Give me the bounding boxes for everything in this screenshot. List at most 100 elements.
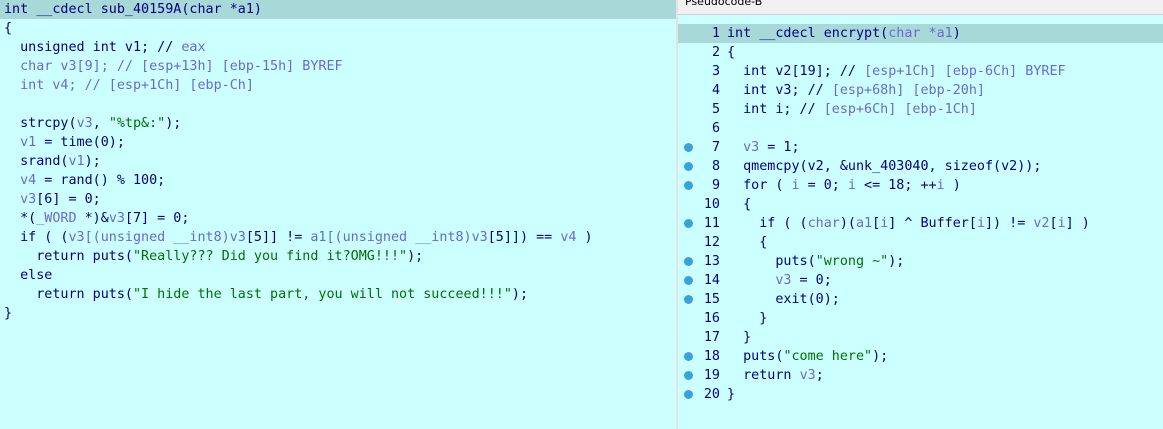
code-token[interactable]: int v4; // [esp+1Ch] [ebp-Ch] — [4, 78, 254, 93]
code-token[interactable]: } — [727, 387, 735, 402]
code-token[interactable]: ) — [953, 26, 961, 41]
code-token[interactable]: return puts( — [4, 287, 133, 302]
code-text[interactable]: { — [727, 233, 767, 252]
code-token[interactable]: ) — [576, 230, 592, 245]
breakpoint-dot-icon[interactable] — [684, 390, 693, 399]
code-line[interactable]: v1 = time(0); — [0, 133, 676, 152]
code-token[interactable]: ) — [945, 178, 961, 193]
line-gutter[interactable]: 5 — [678, 100, 726, 119]
line-gutter[interactable]: 9 — [678, 176, 726, 195]
code-line[interactable]: 12 { — [678, 233, 1163, 252]
line-gutter[interactable]: 4 — [678, 81, 726, 100]
code-line[interactable]: return puts("Really??? Did you find it?O… — [0, 247, 676, 266]
code-token[interactable]: { — [4, 21, 12, 36]
code-line[interactable]: 9 for ( i = 0; i <= 18; ++i ) — [678, 176, 1163, 195]
code-text[interactable]: int v2[19]; // [esp+1Ch] [ebp-6Ch] BYREF — [727, 62, 1066, 81]
code-token[interactable]: unsigned int v1; // — [4, 40, 181, 55]
code-line[interactable] — [0, 95, 676, 114]
code-token[interactable]: = 0; — [800, 178, 848, 193]
code-line[interactable]: 13 puts("wrong ~"); — [678, 252, 1163, 271]
line-gutter[interactable]: 14 — [678, 271, 726, 290]
breakpoint-dot-icon[interactable] — [684, 295, 693, 304]
code-token[interactable]: [esp+68h] [ebp-20h] — [832, 83, 985, 98]
code-token[interactable]: _WORD — [36, 211, 76, 226]
code-token[interactable]: [esp+6Ch] [ebp-1Ch] — [824, 102, 977, 117]
code-token[interactable]: v3 — [727, 140, 759, 155]
code-token[interactable]: char — [808, 216, 840, 231]
code-line[interactable]: int v4; // [esp+1Ch] [ebp-Ch] — [0, 76, 676, 95]
code-text[interactable]: exit(0); — [727, 290, 840, 309]
code-token[interactable]: ); — [407, 249, 423, 264]
line-gutter[interactable]: 8 — [678, 157, 726, 176]
code-text[interactable]: v3 = 1; — [727, 138, 799, 157]
line-gutter[interactable]: 11 — [678, 214, 726, 233]
code-line[interactable]: 14 v3 = 0; — [678, 271, 1163, 290]
code-token[interactable]: for ( — [727, 178, 792, 193]
code-token[interactable]: v3 — [727, 273, 791, 288]
breakpoint-dot-icon[interactable] — [684, 371, 693, 380]
code-token[interactable]: v4 — [4, 173, 36, 188]
code-token[interactable]: = time(0); — [36, 135, 125, 150]
code-token[interactable]: "Really??? Did you find it?OMG!!!" — [133, 249, 407, 264]
code-line[interactable]: 18 puts("come here"); — [678, 347, 1163, 366]
code-line[interactable]: 11 if ( (char)(a1[i] ^ Buffer[i]) != v2[… — [678, 214, 1163, 233]
breakpoint-dot-icon[interactable] — [684, 219, 693, 228]
code-token[interactable]: char v3[9]; // [esp+13h] [ebp-15h] BYREF — [4, 59, 343, 74]
code-line[interactable]: *(_WORD *)&v3[7] = 0; — [0, 209, 676, 228]
line-gutter[interactable]: 13 — [678, 252, 726, 271]
code-line[interactable]: } — [0, 304, 676, 323]
code-token[interactable]: [esp+1Ch] [ebp-6Ch] BYREF — [864, 64, 1066, 79]
right-pseudocode-pane[interactable]: Pseudocode-B 1 int __cdecl encrypt(char *… — [678, 0, 1163, 429]
code-line[interactable]: if ( (v3[(unsigned __int8)v3[5]] != a1[(… — [0, 228, 676, 247]
code-token[interactable]: ); — [872, 349, 888, 364]
code-token[interactable]: return puts( — [4, 249, 133, 264]
code-token[interactable]: v2 — [1033, 216, 1049, 231]
code-token[interactable]: v3 — [800, 368, 816, 383]
code-token[interactable]: )( — [840, 216, 856, 231]
code-token[interactable]: ); — [512, 287, 528, 302]
code-token[interactable]: eax — [181, 40, 205, 55]
code-token[interactable]: [(unsigned __int8) — [327, 230, 472, 245]
code-token[interactable]: [ — [872, 216, 880, 231]
code-token[interactable]: exit(0); — [727, 292, 840, 307]
code-token[interactable]: [6] = 0; — [36, 192, 101, 207]
code-line[interactable]: v4 = rand() % 100; — [0, 171, 676, 190]
code-text[interactable]: return v3; — [727, 366, 824, 385]
code-line[interactable]: 7 v3 = 1; — [678, 138, 1163, 157]
code-token[interactable]: if ( ( — [4, 230, 68, 245]
code-line[interactable]: 1 int __cdecl encrypt(char *a1) — [678, 24, 1163, 43]
code-token[interactable]: int __cdecl sub_40159A(char *a1) — [4, 2, 262, 17]
code-line[interactable]: 5 int i; // [esp+6Ch] [ebp-1Ch] — [678, 100, 1163, 119]
code-text[interactable]: puts("come here"); — [727, 347, 888, 366]
code-token[interactable]: v1 — [4, 135, 36, 150]
code-token[interactable]: [7] = 0; — [125, 211, 190, 226]
code-line[interactable]: 10 { — [678, 195, 1163, 214]
code-token[interactable]: { — [727, 235, 767, 250]
code-line[interactable]: 15 exit(0); — [678, 290, 1163, 309]
code-token[interactable]: v3 — [77, 116, 93, 131]
code-token[interactable]: a1 — [310, 230, 326, 245]
code-token[interactable]: int __cdecl encrypt( — [727, 26, 888, 41]
breakpoint-dot-icon[interactable] — [684, 257, 693, 266]
code-line[interactable]: srand(v1); — [0, 152, 676, 171]
code-token[interactable]: [(unsigned __int8) — [85, 230, 230, 245]
code-token[interactable]: , — [93, 116, 109, 131]
code-token[interactable]: i — [1058, 216, 1066, 231]
code-token[interactable]: v3 — [109, 211, 125, 226]
code-line[interactable]: char v3[9]; // [esp+13h] [ebp-15h] BYREF — [0, 57, 676, 76]
code-text[interactable]: { — [727, 195, 751, 214]
code-token[interactable]: ] ) — [1066, 216, 1090, 231]
code-token[interactable]: [5]]) == — [488, 230, 561, 245]
code-token[interactable]: ]) != — [985, 216, 1033, 231]
code-token[interactable]: v3 — [472, 230, 488, 245]
code-line[interactable]: unsigned int v1; // eax — [0, 38, 676, 57]
code-token[interactable]: ] ^ Buffer[ — [888, 216, 977, 231]
breakpoint-dot-icon[interactable] — [684, 276, 693, 285]
code-token[interactable]: char *a1 — [888, 26, 953, 41]
code-token[interactable]: i — [848, 178, 856, 193]
code-line[interactable]: else — [0, 266, 676, 285]
code-token[interactable]: "%tp&:" — [109, 116, 165, 131]
left-code-view[interactable]: int __cdecl sub_40159A(char *a1) { unsign… — [0, 0, 676, 323]
code-line[interactable]: 2{ — [678, 43, 1163, 62]
code-token[interactable]: [ — [1050, 216, 1058, 231]
